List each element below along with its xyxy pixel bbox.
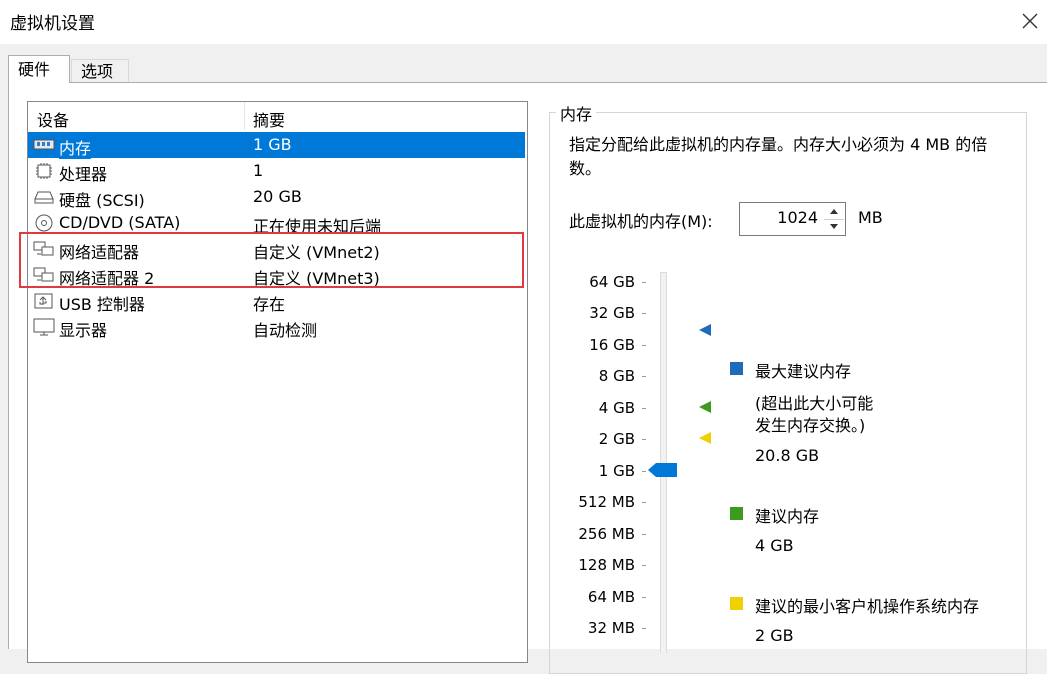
title-bar: 虚拟机设置	[0, 0, 1047, 44]
device-list[interactable]: 设备 摘要 内存 1 GB 处理器 1 硬盘 (SCSI) 20 GB CD/D…	[27, 101, 528, 663]
scale-label: 4 GB	[598, 399, 635, 417]
device-summary: 1 GB	[253, 135, 292, 154]
processor-icon	[36, 163, 52, 179]
memory-unit: MB	[858, 208, 883, 227]
max-recommended-marker-icon	[699, 324, 711, 336]
device-summary: 自动检测	[253, 321, 318, 340]
min-legend-swatch	[730, 597, 743, 610]
header-device[interactable]: 设备	[37, 107, 69, 131]
recommended-legend-value: 4 GB	[755, 536, 794, 555]
scale-label: 2 GB	[598, 430, 635, 448]
spin-down-icon[interactable]	[824, 219, 844, 234]
tab-hardware[interactable]: 硬件	[8, 55, 70, 83]
max-legend-note-line2: 发生内存交换。)	[755, 416, 866, 435]
memory-field-label: 此虚拟机的内存(M):	[569, 212, 713, 231]
memory-description: 指定分配给此虚拟机的内存量。内存大小必须为 4 MB 的倍数。	[569, 135, 988, 178]
scale-label: 8 GB	[598, 367, 635, 385]
device-row-processor[interactable]: 处理器 1	[28, 158, 525, 184]
min-legend-label: 建议的最小客户机操作系统内存	[755, 597, 980, 616]
close-icon[interactable]	[1018, 9, 1042, 33]
memory-slider-thumb[interactable]	[648, 462, 678, 478]
recommended-legend-label: 建议内存	[755, 507, 820, 526]
scale-label: 256 MB	[578, 525, 635, 543]
device-row-usb-controller[interactable]: USB 控制器 存在	[28, 288, 525, 314]
max-legend-value: 20.8 GB	[755, 446, 820, 465]
device-name: 显示器	[59, 321, 108, 340]
device-summary: 20 GB	[253, 187, 302, 206]
scale-label: 32 GB	[589, 304, 635, 322]
monitor-icon	[33, 318, 55, 336]
memory-value[interactable]: 1024	[777, 208, 818, 227]
memory-group-title: 内存	[556, 101, 597, 125]
window-title: 虚拟机设置	[10, 14, 95, 34]
device-name: USB 控制器	[59, 295, 145, 314]
scale-label: 16 GB	[589, 336, 635, 354]
device-row-memory[interactable]: 内存 1 GB	[28, 132, 525, 159]
harddisk-icon	[34, 191, 54, 204]
device-name: 处理器	[59, 165, 108, 184]
max-legend-swatch	[730, 362, 743, 375]
device-row-display[interactable]: 显示器 自动检测	[28, 314, 525, 340]
scale-label: 128 MB	[578, 556, 635, 574]
memory-spinbox[interactable]: 1024	[739, 202, 846, 236]
scale-label: 64 MB	[587, 588, 635, 606]
max-legend-label: 最大建议内存	[755, 362, 852, 381]
device-name: 内存	[59, 135, 92, 159]
scale-label: 512 MB	[578, 493, 635, 511]
spin-up-icon[interactable]	[824, 204, 844, 220]
scale-label: 32 MB	[587, 619, 635, 637]
header-summary[interactable]: 摘要	[253, 107, 285, 131]
device-name: CD/DVD (SATA)	[59, 213, 181, 232]
device-name: 硬盘 (SCSI)	[59, 191, 145, 210]
max-legend-note-line1: (超出此大小可能	[755, 394, 874, 413]
cd-icon	[35, 214, 53, 232]
device-summary: 1	[253, 161, 264, 180]
scale-label: 1 GB	[598, 462, 635, 480]
min-legend-value: 2 GB	[755, 626, 794, 645]
scale-label: 64 GB	[589, 273, 635, 291]
min-recommended-marker-icon	[699, 432, 711, 444]
recommended-legend-swatch	[730, 507, 743, 520]
annotation-highlight-box	[19, 232, 524, 288]
usb-icon	[34, 293, 53, 309]
list-header: 设备 摘要	[28, 102, 527, 130]
device-summary: 存在	[253, 295, 286, 314]
tab-options[interactable]: 选项	[71, 59, 129, 83]
memory-icon	[33, 139, 55, 150]
recommended-marker-icon	[699, 401, 711, 413]
device-row-harddisk[interactable]: 硬盘 (SCSI) 20 GB	[28, 184, 525, 210]
